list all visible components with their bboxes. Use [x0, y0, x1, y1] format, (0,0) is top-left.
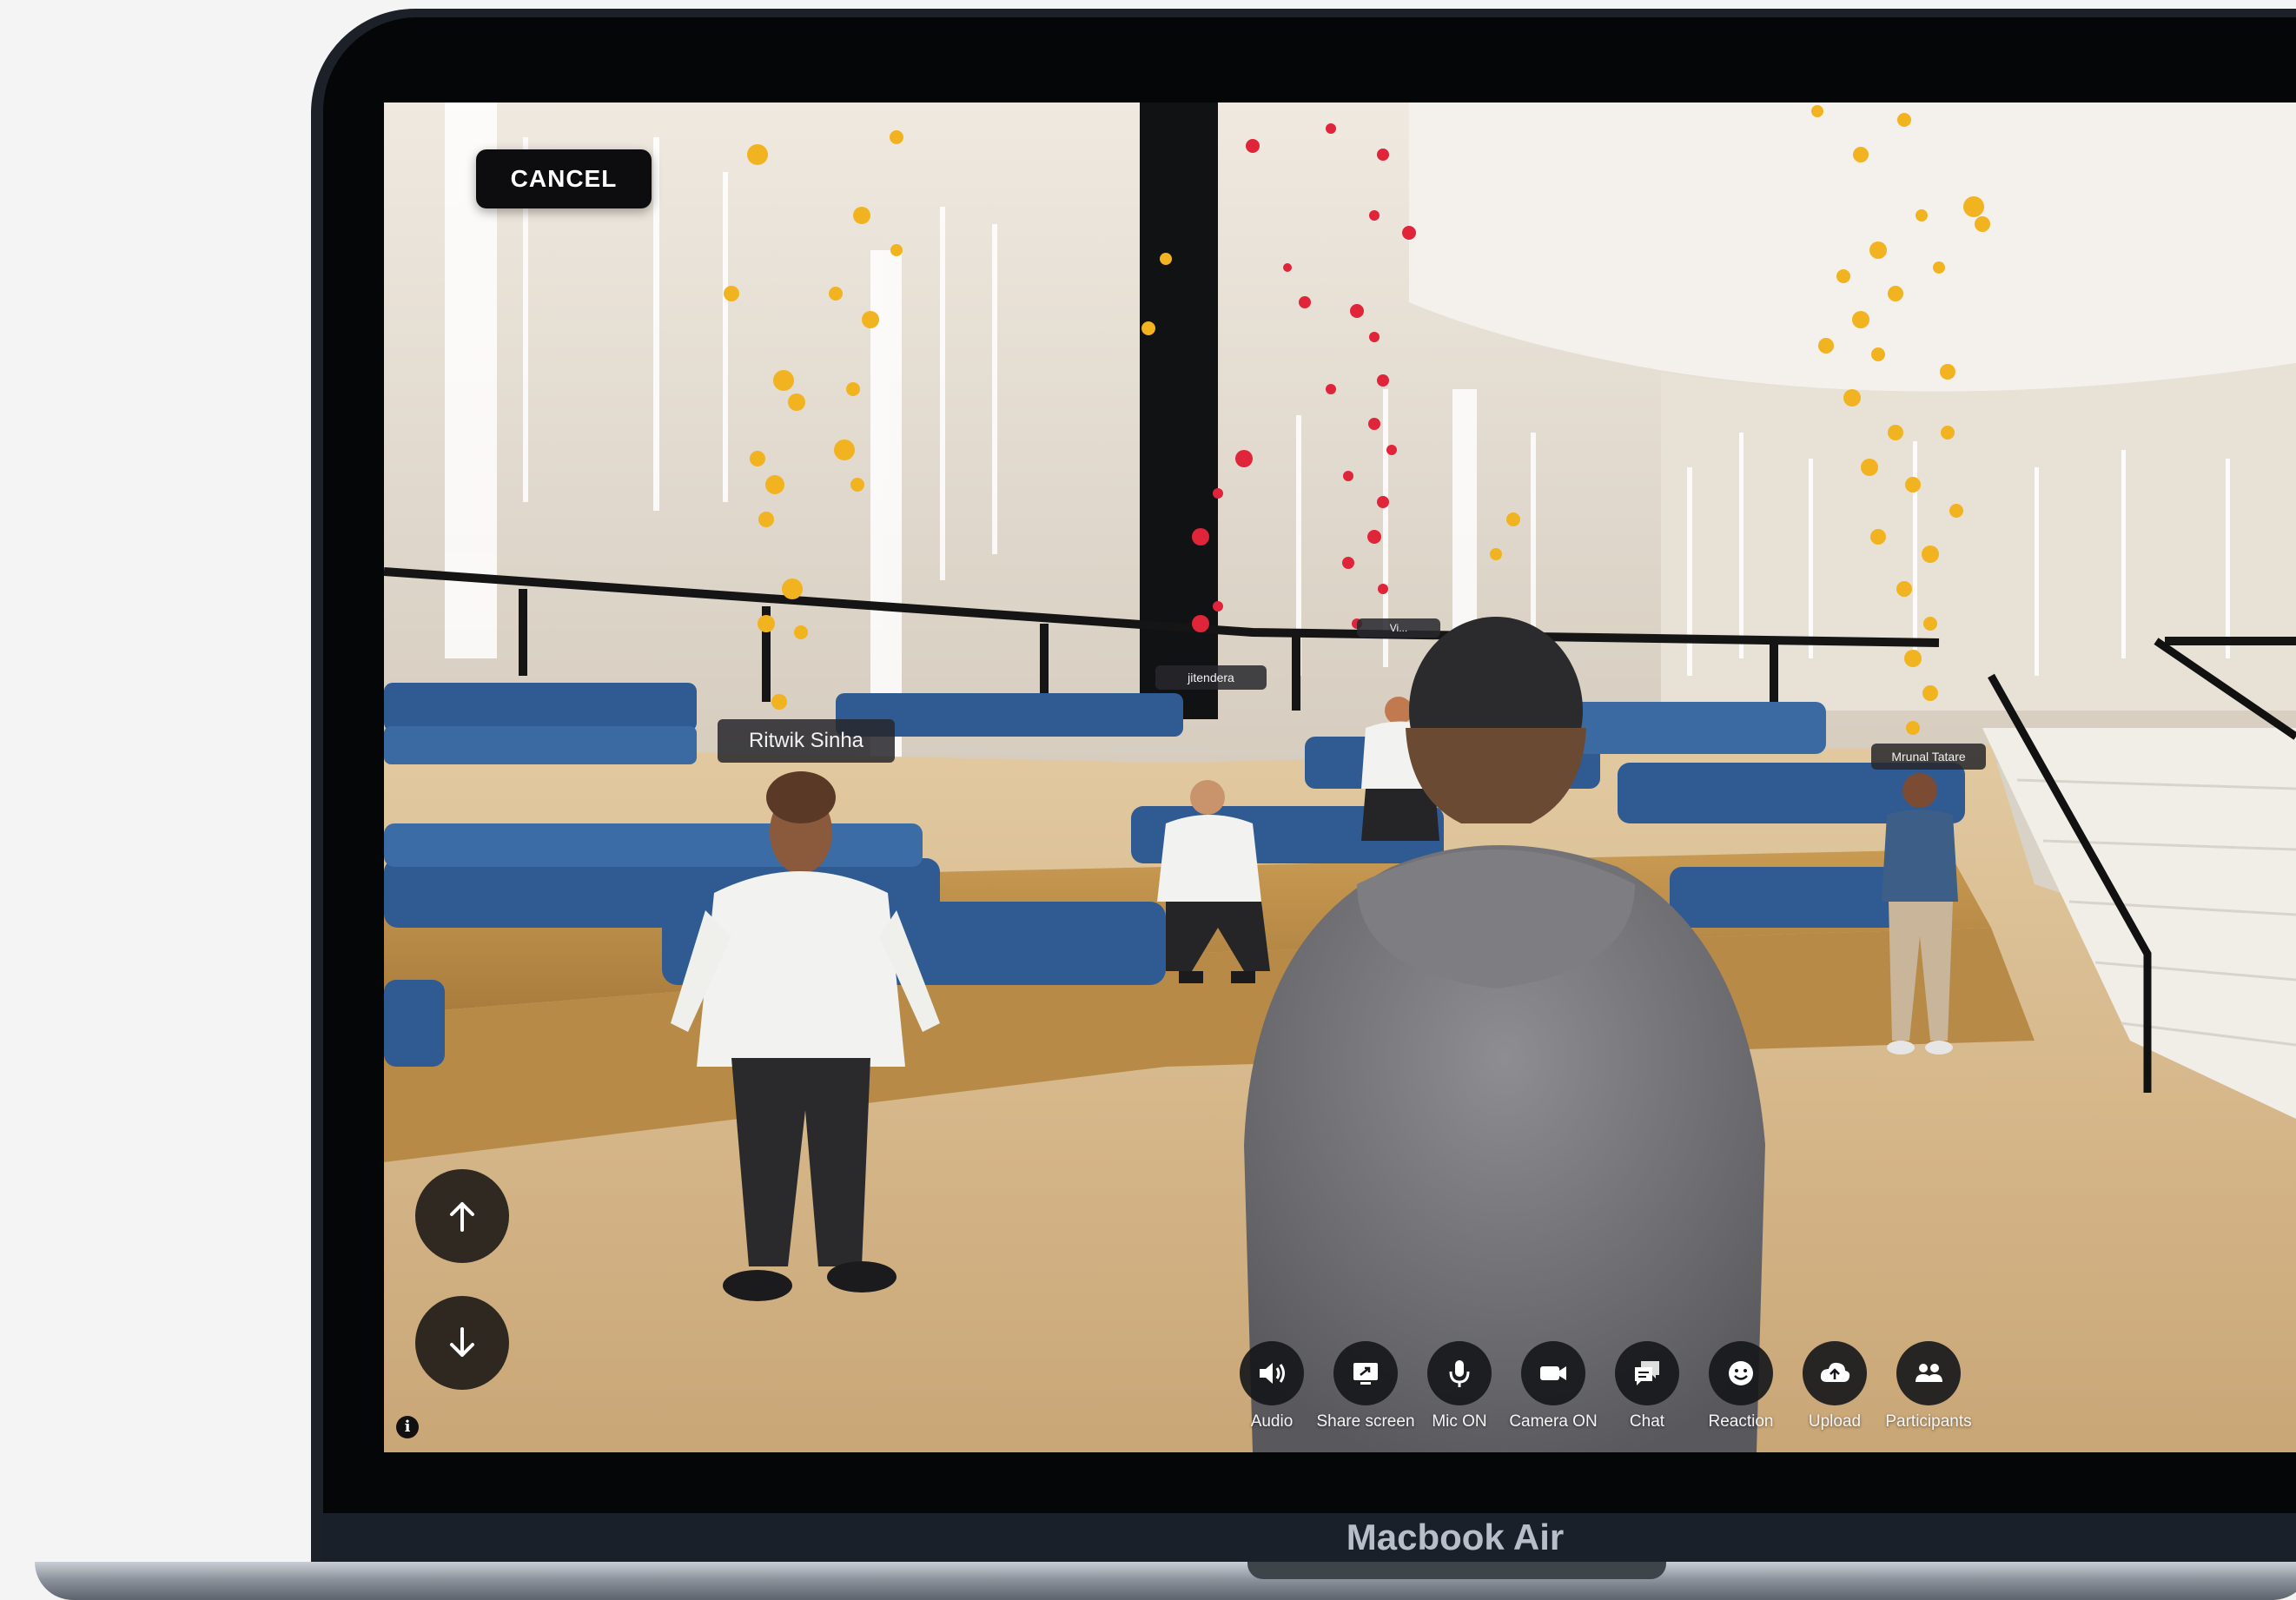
audio-button[interactable]: Audio	[1225, 1341, 1319, 1437]
chat-button[interactable]: Chat	[1600, 1341, 1694, 1437]
move-down-button[interactable]	[415, 1296, 509, 1390]
cloud-upload-icon	[1820, 1362, 1850, 1382]
speaker-icon	[1260, 1363, 1285, 1384]
reaction-label: Reaction	[1708, 1412, 1774, 1431]
device-label: Macbook Air	[1346, 1517, 1565, 1557]
cancel-button[interactable]: CANCEL	[476, 149, 652, 208]
camera-icon	[1540, 1366, 1566, 1380]
mic-button[interactable]: Mic ON	[1413, 1341, 1506, 1437]
participants-label: Participants	[1885, 1412, 1972, 1431]
share-screen-button[interactable]: Share screen	[1316, 1341, 1415, 1437]
microphone-icon	[1449, 1360, 1470, 1387]
upload-button[interactable]: Upload	[1788, 1341, 1882, 1437]
share-screen-label: Share screen	[1316, 1412, 1415, 1431]
reaction-button[interactable]: Reaction	[1694, 1341, 1788, 1437]
laptop-base	[35, 1562, 2296, 1600]
virtual-event-screen: CANCEL Ritwik Sinha jitendera Vi... Mrun…	[384, 102, 2296, 1452]
camera-label: Camera ON	[1509, 1412, 1598, 1431]
auditorium-scene	[384, 102, 2296, 1452]
upload-label: Upload	[1808, 1412, 1862, 1431]
info-icon[interactable]: i	[396, 1416, 419, 1438]
name-tag-jitendera: jitendera	[1155, 665, 1267, 690]
smiley-icon	[1729, 1361, 1753, 1385]
arrow-up-icon	[450, 1202, 474, 1232]
name-tag-ritwik-sinha: Ritwik Sinha	[718, 719, 895, 763]
move-up-button[interactable]	[415, 1169, 509, 1263]
arrow-down-icon	[450, 1327, 474, 1357]
name-tag-back-row: Vi...	[1357, 618, 1440, 638]
mic-label: Mic ON	[1432, 1412, 1487, 1431]
participants-button[interactable]: Participants	[1882, 1341, 1975, 1437]
name-tag-mrunal-tatare: Mrunal Tatare	[1871, 744, 1986, 770]
laptop-mockup: CANCEL Ritwik Sinha jitendera Vi... Mrun…	[0, 0, 2296, 1600]
laptop-base-notch	[1247, 1562, 1666, 1579]
share-screen-icon	[1353, 1363, 1378, 1385]
chat-icon	[1635, 1361, 1659, 1385]
participants-icon	[1916, 1364, 1942, 1382]
audio-label: Audio	[1250, 1412, 1294, 1431]
chat-label: Chat	[1629, 1412, 1665, 1431]
camera-button[interactable]: Camera ON	[1506, 1341, 1600, 1437]
